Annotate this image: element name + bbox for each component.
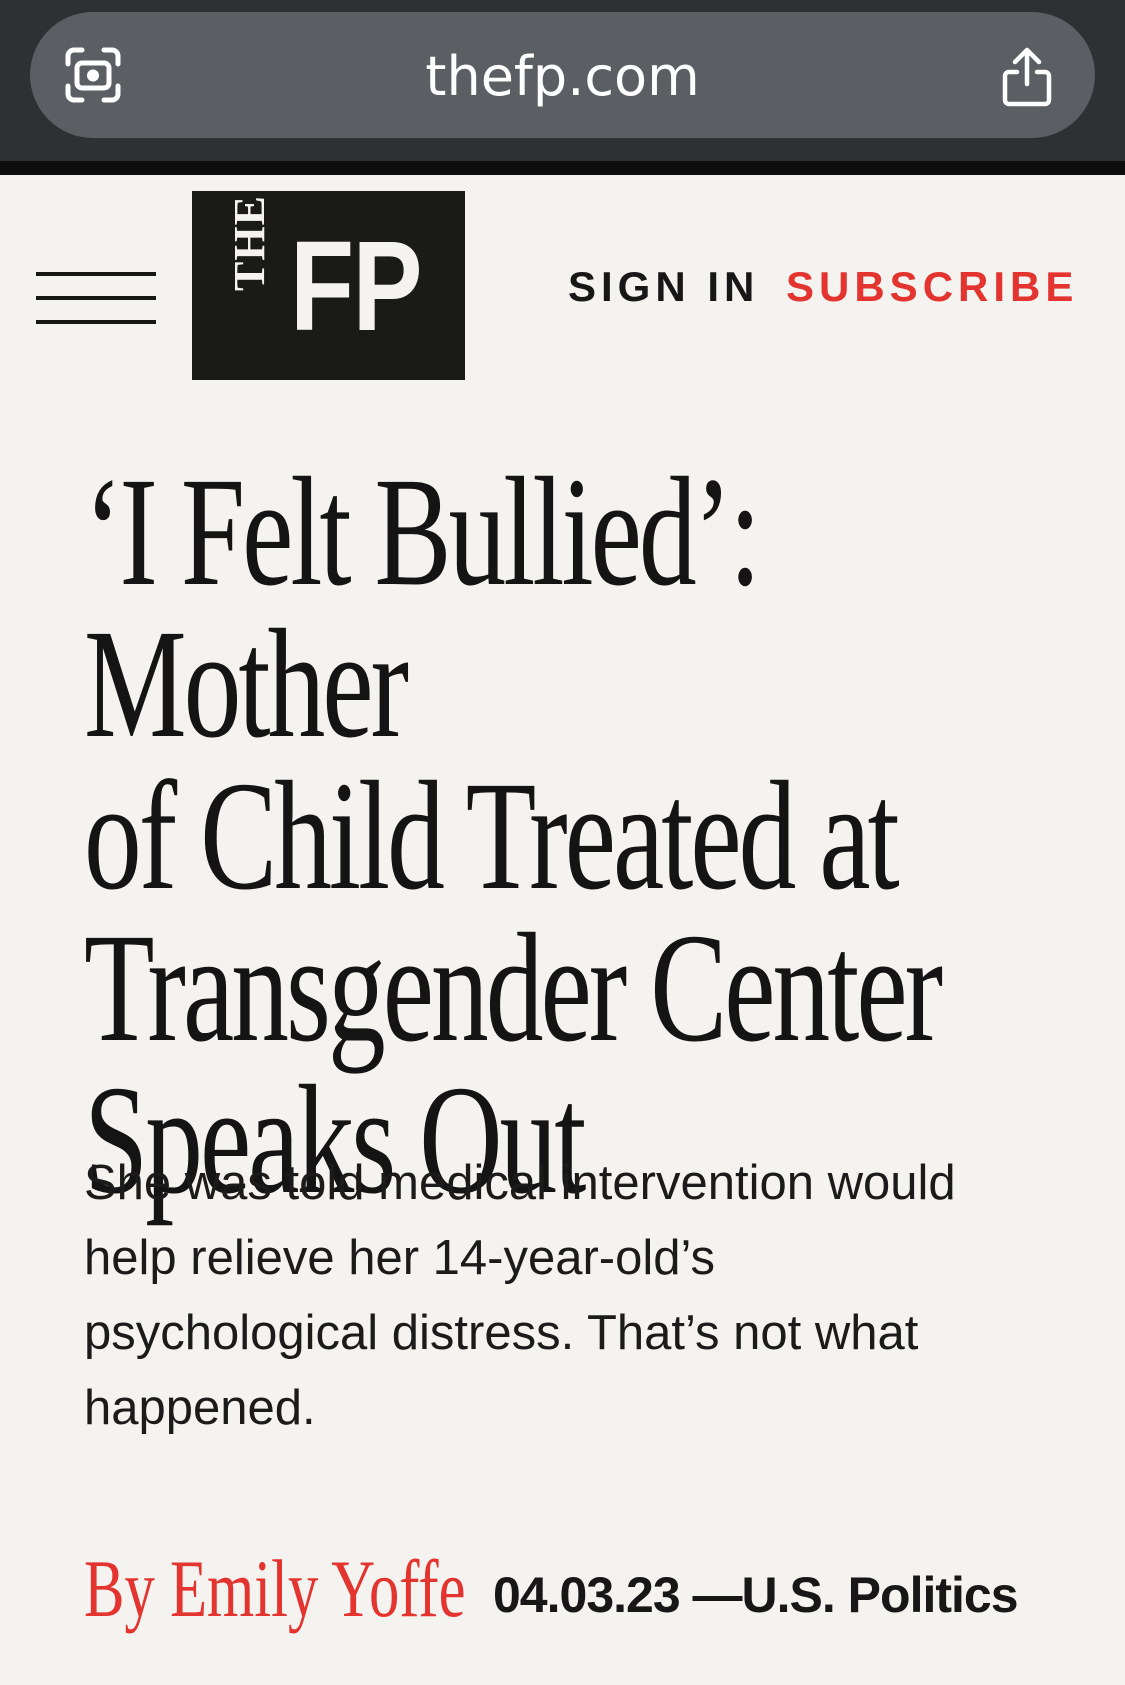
logo-fp-text: FP <box>290 215 422 358</box>
meta-separator: — <box>692 1567 743 1623</box>
headline-line: ‘I Felt Bullied’: Mother <box>84 445 761 770</box>
article-headline: ‘I Felt Bullied’: Mother of Child Treated… <box>84 454 1084 1218</box>
article-meta: 04.03.23 —U.S. Politics <box>493 1567 1019 1623</box>
hamburger-menu-icon[interactable] <box>36 270 156 326</box>
dek-line: happened. <box>84 1381 316 1435</box>
logo-the-text: THE <box>225 195 274 291</box>
sign-in-link[interactable]: SIGN IN <box>568 263 759 311</box>
url-text[interactable]: thefp.com <box>30 50 1095 104</box>
publish-date: 04.03.23 <box>493 1567 681 1623</box>
headline-line: Transgender Center <box>84 901 943 1074</box>
dek-line: help relieve her 14-year-old’s <box>84 1231 715 1285</box>
author-byline[interactable]: By Emily Yoffe <box>84 1548 466 1630</box>
subscribe-link[interactable]: SUBSCRIBE <box>786 263 1078 311</box>
browser-toolbar: thefp.com <box>0 0 1125 175</box>
section-link[interactable]: U.S. Politics <box>742 1567 1019 1623</box>
share-icon[interactable] <box>1001 46 1053 108</box>
dek-line: She was told medical intervention would <box>84 1156 956 1210</box>
site-logo[interactable]: THE FP <box>192 191 465 380</box>
dek-line: psychological distress. That’s not what <box>84 1306 919 1360</box>
article-dek: She was told medical intervention would h… <box>84 1146 1014 1446</box>
address-bar[interactable]: thefp.com <box>30 12 1095 138</box>
headline-line: of Child Treated at <box>84 749 900 922</box>
